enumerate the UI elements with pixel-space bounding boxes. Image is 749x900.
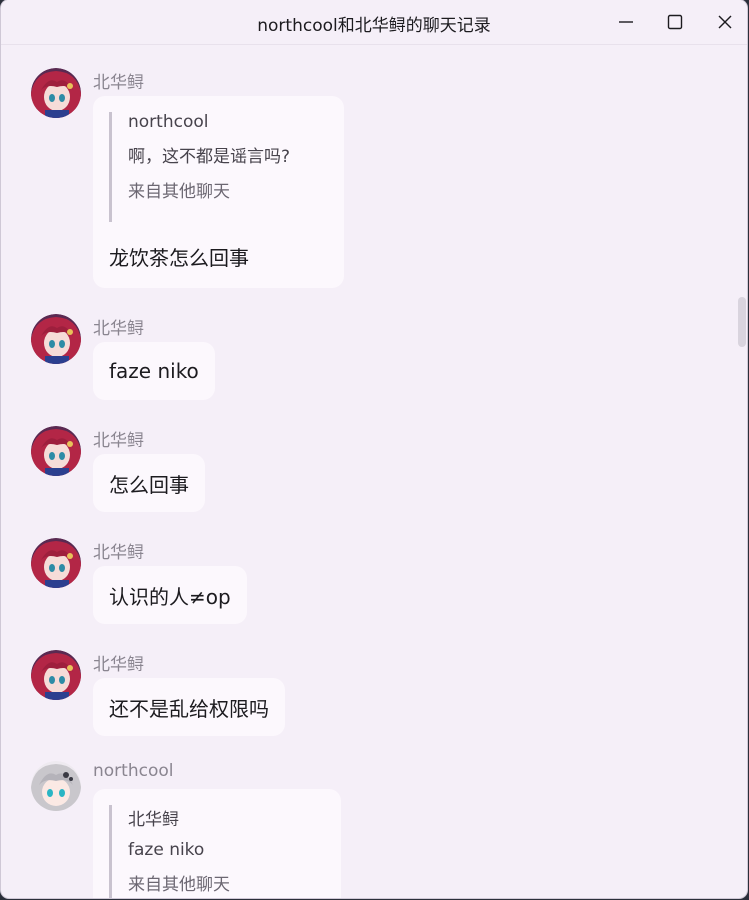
avatar[interactable] [31, 426, 81, 476]
close-button[interactable] [705, 8, 745, 36]
quoted-message[interactable]: 北华鲟 faze niko 来自其他聊天 [109, 805, 230, 898]
chat-history-window: northcool和北华鲟的聊天记录 北华鲟 northcool 啊，这不都是谣… [1, 0, 747, 898]
close-icon [718, 15, 732, 29]
sender-name: northcool [93, 761, 174, 781]
red-hair-anime-avatar-icon [31, 538, 81, 588]
message-list[interactable]: 北华鲟 northcool 啊，这不都是谣言吗? 来自其他聊天 龙饮茶怎么回事 [1, 45, 747, 898]
red-hair-anime-avatar-icon [31, 68, 81, 118]
sender-name: 北华鲟 [93, 73, 144, 93]
sender-name: 北华鲟 [93, 431, 144, 451]
message-bubble[interactable]: 怎么回事 [93, 454, 205, 512]
message-text: 龙饮茶怎么回事 [109, 246, 249, 270]
red-hair-anime-avatar-icon [31, 650, 81, 700]
message-bubble[interactable]: northcool 啊，这不都是谣言吗? 来自其他聊天 龙饮茶怎么回事 [93, 96, 344, 288]
red-hair-anime-avatar-icon [31, 426, 81, 476]
red-hair-anime-avatar-icon [31, 314, 81, 364]
minimize-button[interactable] [606, 8, 646, 36]
message-bubble[interactable]: 还不是乱给权限吗 [93, 678, 285, 736]
message-bubble[interactable]: 认识的人≠op [93, 566, 247, 624]
sender-name: 北华鲟 [93, 319, 144, 339]
quoted-message[interactable]: northcool 啊，这不都是谣言吗? 来自其他聊天 [109, 112, 290, 222]
avatar[interactable] [31, 538, 81, 588]
quoted-text: 啊，这不都是谣言吗? [128, 147, 291, 167]
sender-name: 北华鲟 [93, 543, 144, 563]
message-text: faze niko [109, 359, 199, 383]
avatar[interactable] [31, 761, 81, 811]
maximize-button[interactable] [655, 8, 695, 36]
maximize-icon [667, 14, 683, 30]
quoted-text: faze niko [128, 840, 205, 860]
message-text: 还不是乱给权限吗 [109, 696, 269, 721]
message-bubble[interactable]: faze niko [93, 342, 215, 400]
sender-name: 北华鲟 [93, 655, 144, 675]
quoted-source: 来自其他聊天 [128, 182, 230, 202]
avatar[interactable] [31, 68, 81, 118]
quoted-sender: 北华鲟 [128, 810, 179, 830]
avatar[interactable] [31, 314, 81, 364]
minimize-icon [619, 21, 633, 23]
avatar[interactable] [31, 650, 81, 700]
scrollbar-thumb[interactable] [738, 297, 746, 347]
message-text: 怎么回事 [109, 472, 189, 497]
message-text: 认识的人≠op [109, 584, 231, 609]
quoted-source: 来自其他聊天 [128, 875, 230, 895]
message-bubble[interactable]: 北华鲟 faze niko 来自其他聊天 [93, 789, 341, 898]
quoted-sender: northcool [128, 112, 209, 132]
silver-hair-anime-avatar-icon [31, 761, 81, 811]
title-bar[interactable]: northcool和北华鲟的聊天记录 [1, 0, 747, 45]
